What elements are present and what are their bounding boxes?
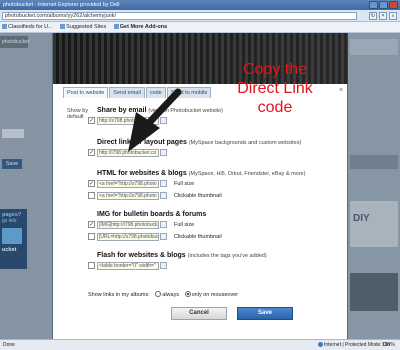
status-bar: Done Internet | Protected Mode: On 100% bbox=[0, 339, 400, 350]
zoom-level[interactable]: 100% bbox=[382, 340, 395, 350]
security-zone: Internet | Protected Mode: On bbox=[318, 340, 390, 350]
status-text: Done bbox=[3, 342, 15, 348]
globe-icon bbox=[318, 342, 323, 347]
annotation-arrow-icon bbox=[128, 88, 182, 152]
